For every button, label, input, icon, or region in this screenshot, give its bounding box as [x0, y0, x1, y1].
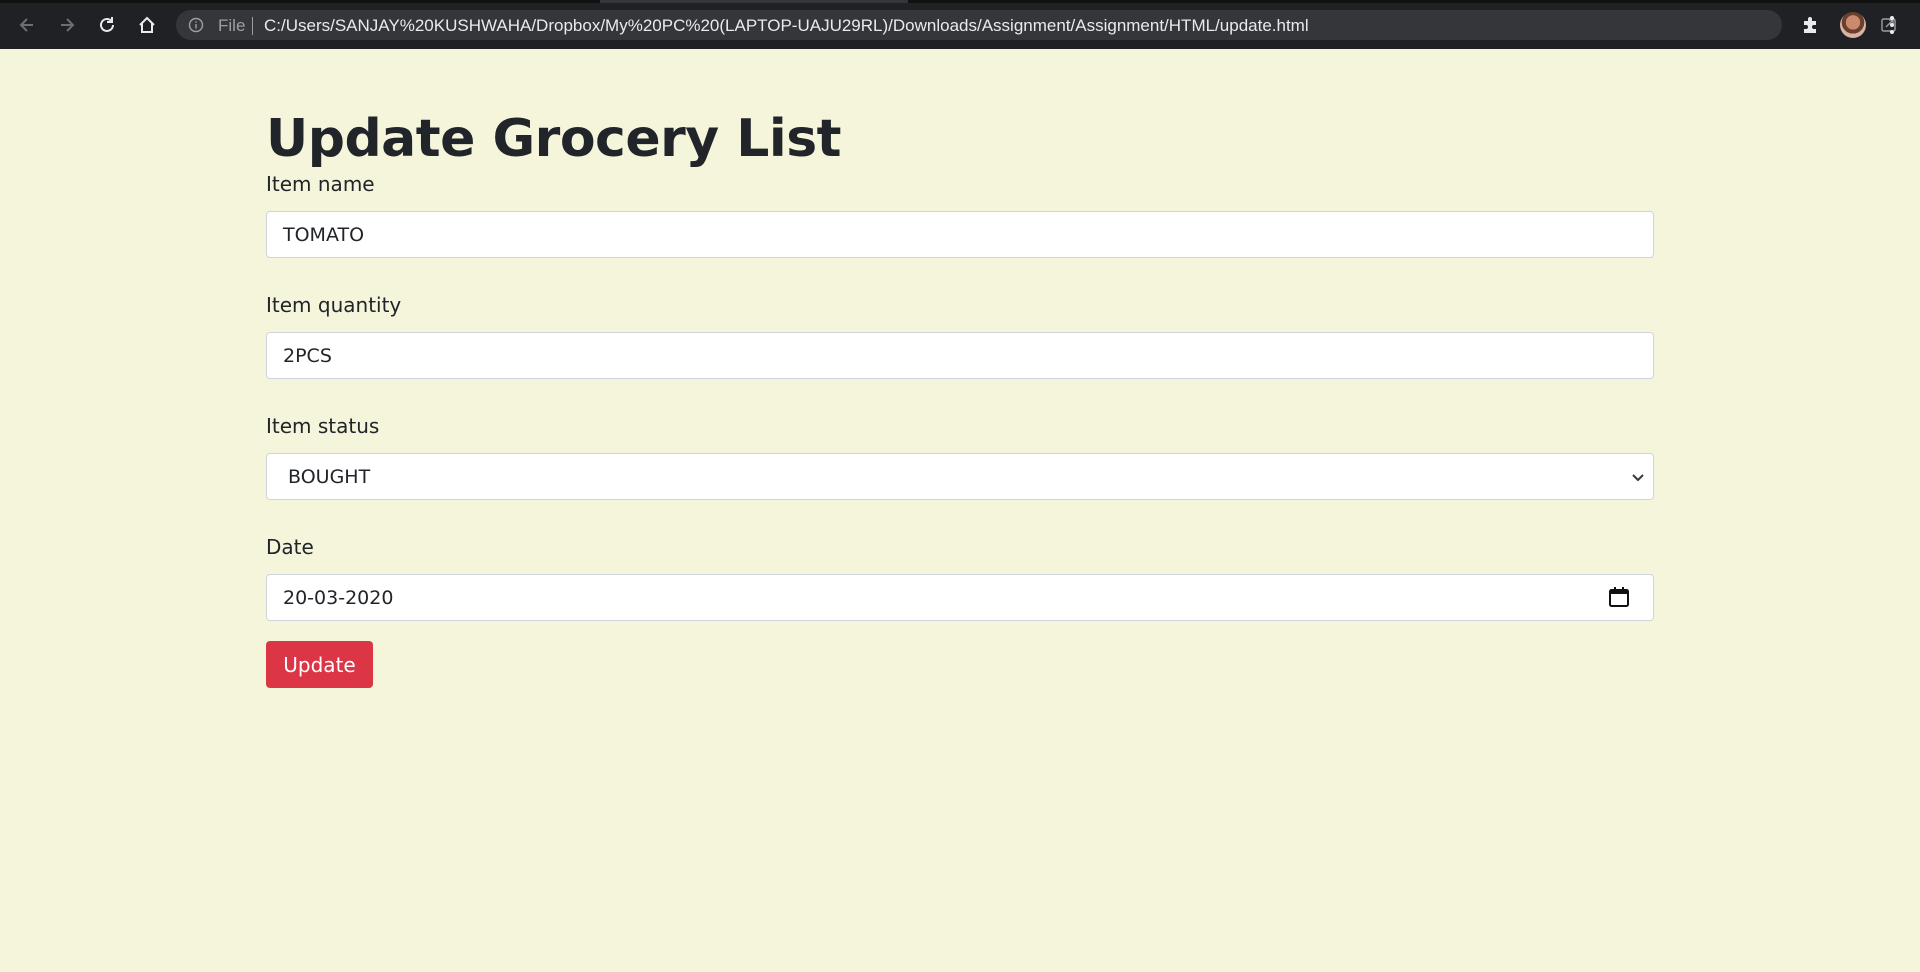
tab-strip-edge	[0, 0, 1920, 3]
date-value: 20-03-2020	[283, 586, 394, 609]
item-name-value: TOMATO	[283, 223, 365, 246]
item-name-input[interactable]: TOMATO	[266, 211, 1654, 258]
address-separator	[252, 17, 253, 35]
calendar-icon[interactable]	[1607, 585, 1631, 609]
item-quantity-label: Item quantity	[266, 293, 402, 317]
item-quantity-value: 2PCS	[283, 344, 332, 367]
address-bar[interactable]: File C:/Users/SANJAY%20KUSHWAHA/Dropbox/…	[176, 10, 1896, 40]
home-icon[interactable]	[134, 12, 160, 38]
url-text[interactable]: C:/Users/SANJAY%20KUSHWAHA/Dropbox/My%20…	[264, 16, 1309, 36]
more-menu-icon[interactable]	[1882, 14, 1902, 36]
reload-icon[interactable]	[94, 12, 120, 38]
extensions-puzzle-icon[interactable]	[1800, 14, 1822, 36]
forward-icon[interactable]	[54, 12, 80, 38]
item-quantity-input[interactable]: 2PCS	[266, 332, 1654, 379]
profile-avatar[interactable]	[1840, 12, 1866, 38]
date-label: Date	[266, 535, 314, 559]
date-input[interactable]: 20-03-2020	[266, 574, 1654, 621]
update-form-container: Update Grocery List Item name TOMATO Ite…	[266, 49, 1654, 688]
page-title: Update Grocery List	[266, 109, 842, 169]
item-name-label: Item name	[266, 172, 375, 196]
update-button[interactable]: Update	[266, 641, 373, 688]
browser-toolbar: File C:/Users/SANJAY%20KUSHWAHA/Dropbox/…	[0, 0, 1920, 49]
info-icon[interactable]	[188, 17, 204, 33]
back-icon[interactable]	[14, 12, 40, 38]
item-status-value: BOUGHT	[288, 465, 371, 488]
chevron-down-icon	[1632, 474, 1644, 482]
file-scheme-label: File	[218, 16, 246, 35]
item-status-label: Item status	[266, 414, 380, 438]
item-status-select[interactable]: BOUGHT	[266, 453, 1654, 500]
